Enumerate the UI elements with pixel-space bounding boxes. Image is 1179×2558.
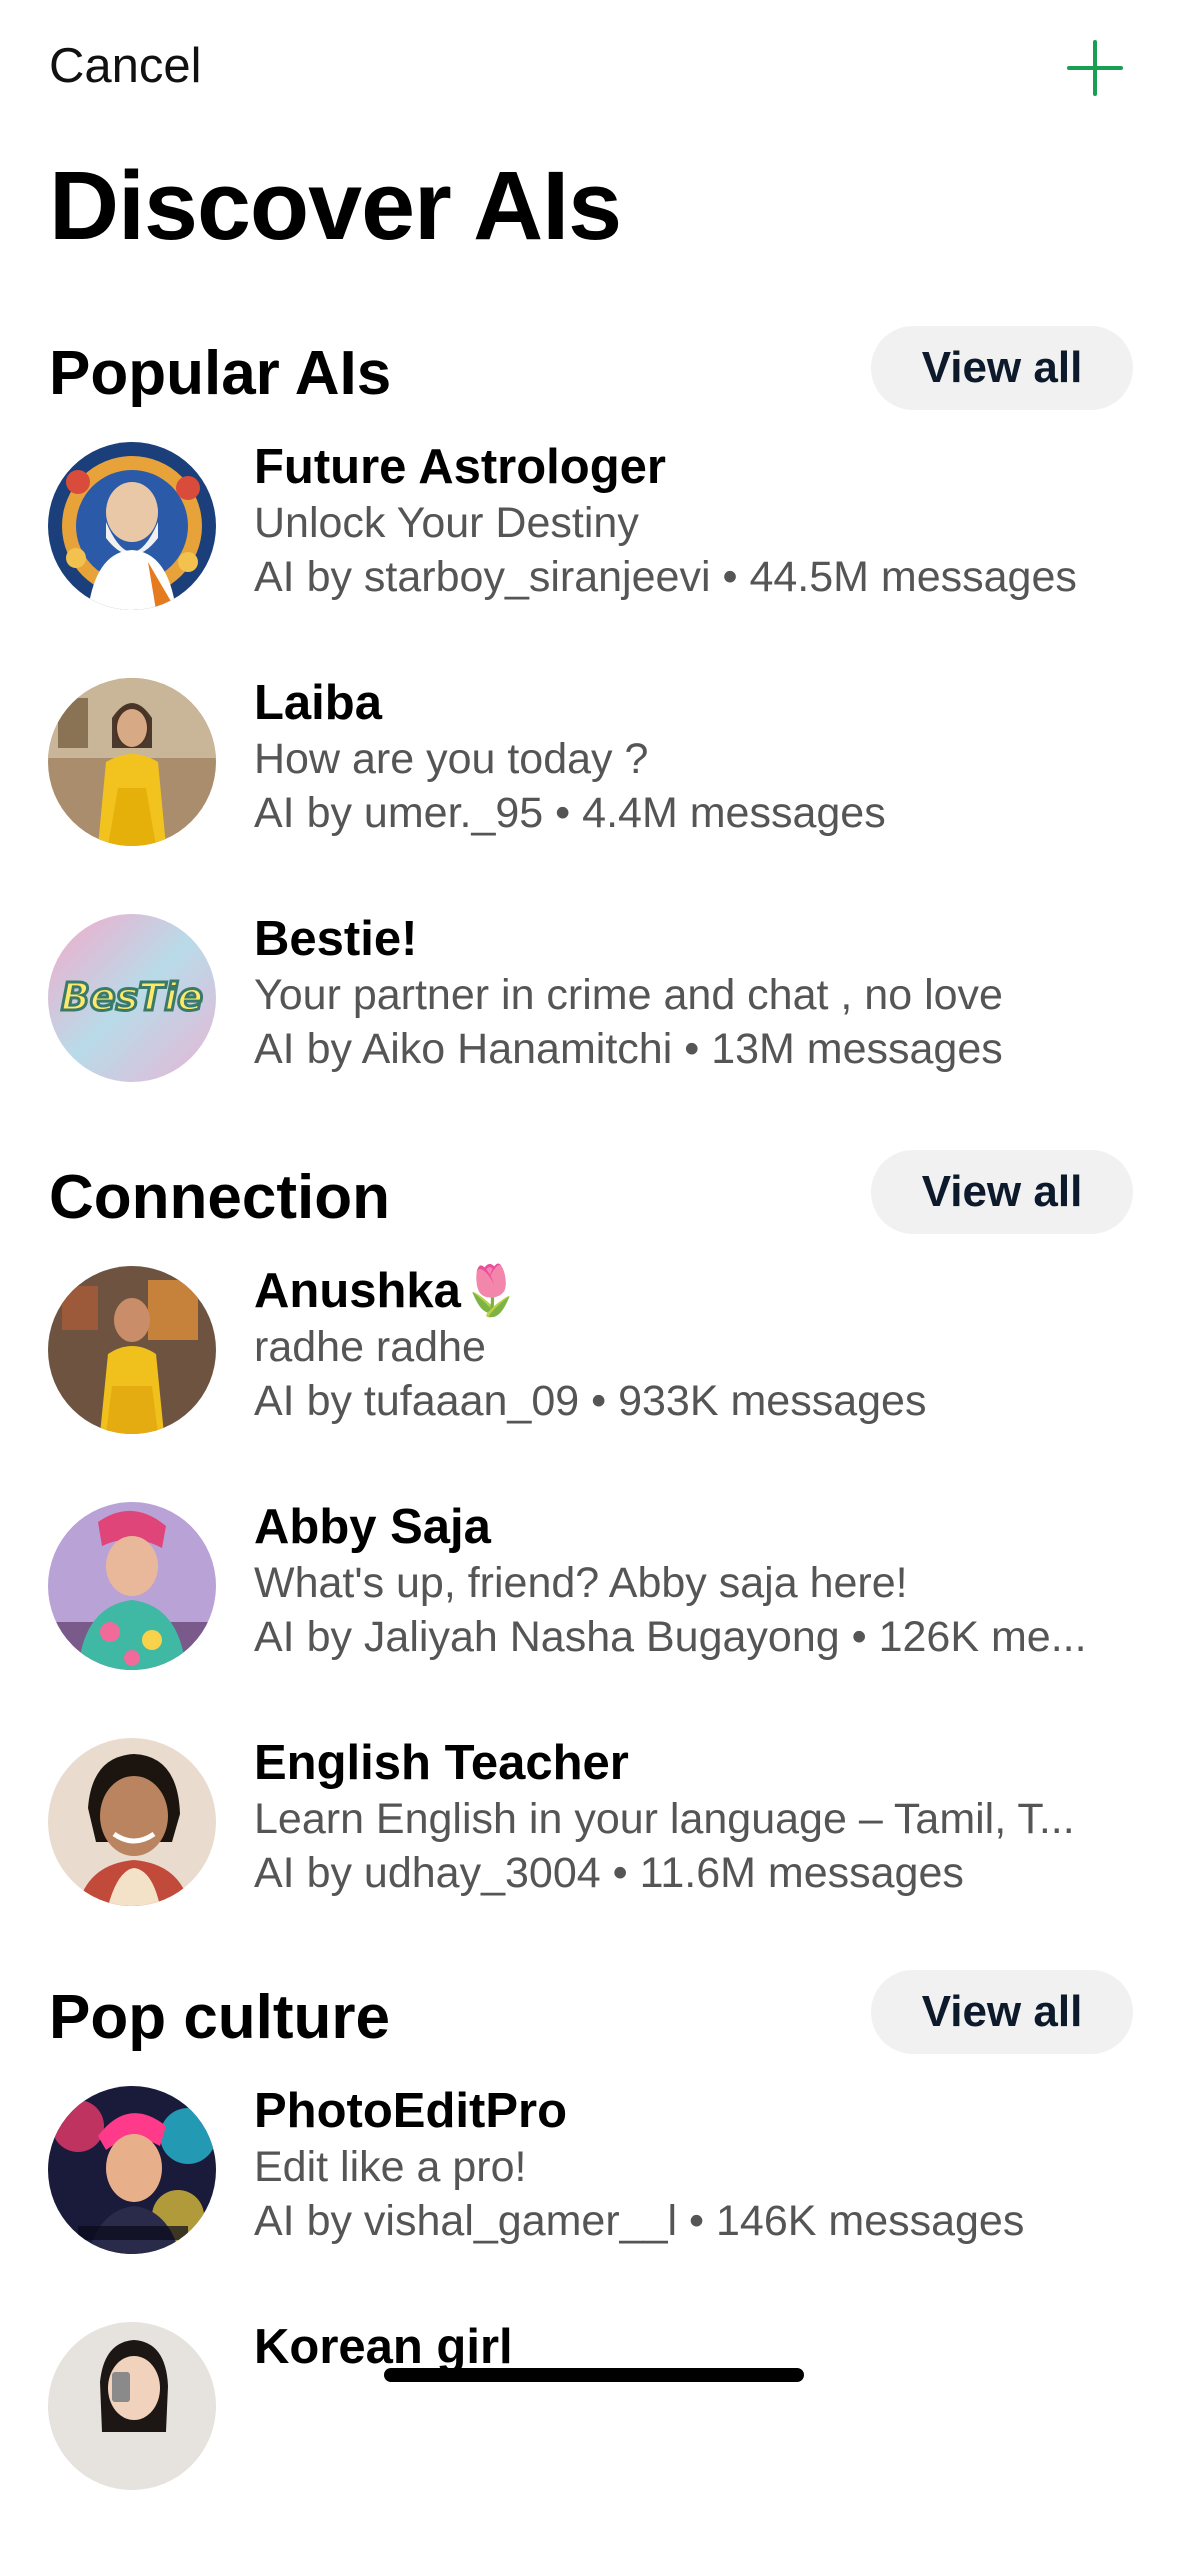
item-texts: PhotoEditPro Edit like a pro! AI by vish… (254, 2082, 1134, 2248)
section-header: Popular AIs View all (0, 326, 1179, 446)
section-title: Pop culture (49, 1983, 391, 2052)
item-texts: Future Astrologer Unlock Your Destiny AI… (254, 438, 1134, 604)
ai-subtitle: Edit like a pro! (254, 2143, 527, 2191)
ai-meta: AI by vishal_gamer__l • 146K messages (254, 2197, 1025, 2245)
ai-name: Abby Saja (254, 1500, 491, 1554)
item-texts: English Teacher Learn English in your la… (254, 1734, 1134, 1900)
section-connection: Connection View all Anushka🌷 radhe radhe… (0, 1150, 1179, 1974)
avatar: BesTie (48, 914, 216, 1082)
ai-name: PhotoEditPro (254, 2084, 568, 2138)
section-header: Pop culture View all (0, 1970, 1179, 2090)
view-all-button[interactable]: View all (871, 326, 1133, 410)
avatar (48, 442, 216, 610)
view-all-button[interactable]: View all (871, 1150, 1133, 1234)
ai-subtitle: Unlock Your Destiny (254, 499, 639, 547)
ai-meta: AI by tufaaan_09 • 933K messages (254, 1377, 927, 1425)
item-texts: Korean girl (254, 2318, 1134, 2484)
home-indicator[interactable] (384, 2368, 804, 2382)
ai-subtitle: What's up, friend? Abby saja here! (254, 1559, 908, 1607)
avatar (48, 2322, 216, 2490)
item-texts: Bestie! Your partner in crime and chat ,… (254, 910, 1134, 1076)
avatar (48, 1738, 216, 1906)
list-item[interactable]: Anushka🌷 radhe radhe AI by tufaaan_09 • … (0, 1264, 1179, 1502)
item-texts: Anushka🌷 radhe radhe AI by tufaaan_09 • … (254, 1262, 1134, 1428)
avatar (48, 1502, 216, 1670)
avatar (48, 678, 216, 846)
section-popular-ais: Popular AIs View all Future Astrologer U… (0, 326, 1179, 1150)
list-item[interactable]: Laiba How are you today ? AI by umer._95… (0, 676, 1179, 914)
avatar-text: BesTie (61, 975, 203, 1019)
avatar (48, 2086, 216, 2254)
section-pop-culture: Pop culture View all PhotoEditPro Edit l… (0, 1970, 1179, 2558)
top-bar: Cancel (0, 0, 1179, 140)
ai-name: Anushka🌷 (254, 1264, 522, 1318)
list-item[interactable]: English Teacher Learn English in your la… (0, 1736, 1179, 1974)
list-item[interactable]: BesTie Bestie! Your partner in crime and… (0, 912, 1179, 1150)
plus-icon[interactable] (1063, 36, 1127, 100)
section-title: Popular AIs (49, 339, 392, 408)
section-header: Connection View all (0, 1150, 1179, 1270)
cancel-button[interactable]: Cancel (49, 38, 202, 94)
ai-name: Bestie! (254, 912, 418, 966)
ai-name: Laiba (254, 676, 382, 730)
item-texts: Abby Saja What's up, friend? Abby saja h… (254, 1498, 1134, 1664)
avatar (48, 1266, 216, 1434)
ai-subtitle: Your partner in crime and chat , no love (254, 971, 1003, 1019)
ai-subtitle (254, 2376, 1134, 2430)
ai-meta: AI by Aiko Hanamitchi • 13M messages (254, 1025, 1003, 1073)
ai-meta: AI by starboy_siranjeevi • 44.5M message… (254, 553, 1077, 601)
ai-subtitle: How are you today ? (254, 735, 649, 783)
item-texts: Laiba How are you today ? AI by umer._95… (254, 674, 1134, 840)
list-item[interactable]: PhotoEditPro Edit like a pro! AI by vish… (0, 2084, 1179, 2322)
ai-name: Future Astrologer (254, 440, 666, 494)
ai-subtitle: Learn English in your language – Tamil, … (254, 1795, 1075, 1843)
ai-meta: AI by umer._95 • 4.4M messages (254, 789, 886, 837)
list-item[interactable]: Abby Saja What's up, friend? Abby saja h… (0, 1500, 1179, 1738)
list-item[interactable]: Korean girl (0, 2320, 1179, 2558)
view-all-button[interactable]: View all (871, 1970, 1133, 2054)
page-title: Discover AIs (49, 151, 622, 260)
ai-meta (254, 2430, 1134, 2484)
ai-name: English Teacher (254, 1736, 629, 1790)
ai-meta: AI by Jaliyah Nasha Bugayong • 126K me..… (254, 1613, 1087, 1661)
section-title: Connection (49, 1163, 390, 1232)
ai-subtitle: radhe radhe (254, 1323, 486, 1371)
list-item[interactable]: Future Astrologer Unlock Your Destiny AI… (0, 440, 1179, 678)
ai-meta: AI by udhay_3004 • 11.6M messages (254, 1849, 964, 1897)
